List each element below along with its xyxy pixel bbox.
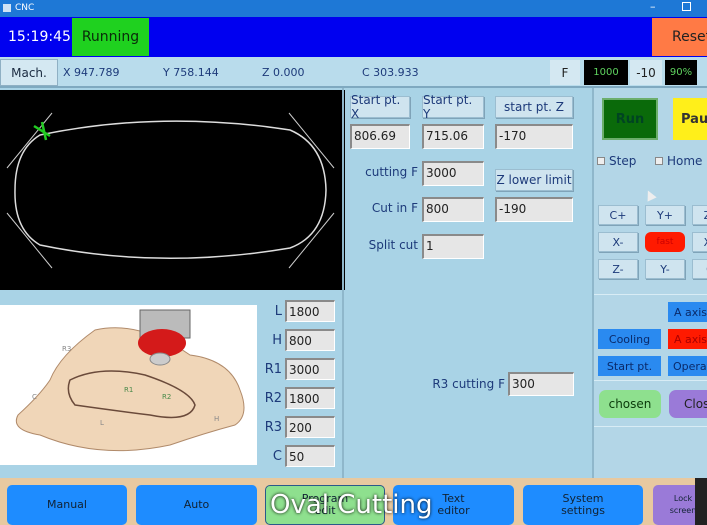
dim-field-h[interactable]: 800 [285,329,335,351]
z-lower-limit-field[interactable]: -190 [495,197,573,222]
cooling-button[interactable]: Cooling [598,329,661,349]
fast-toggle[interactable]: fast [645,232,685,252]
app-icon [3,4,11,12]
a-axis-button[interactable]: A axis [668,302,707,322]
cut-in-f-label: Cut in F [371,201,418,215]
start-z-field[interactable]: -170 [495,124,573,149]
video-caption: Oval Cutting [270,490,433,520]
nav-system-settings[interactable]: System settings [523,485,643,525]
screen-edge [695,478,707,525]
jog-y-minus[interactable]: Y- [645,259,685,279]
dim-label-c: C [272,449,282,464]
start-x-field[interactable]: 806.69 [350,124,410,149]
maximize-icon[interactable] [682,2,691,11]
title-bar: CNC – [0,0,707,17]
step-label: Step [609,154,637,168]
operation-button[interactable]: Operation [668,356,707,376]
toolpath-preview [0,90,345,290]
jog-z-plus[interactable]: Z+ [692,205,707,225]
feed-button[interactable]: F [550,60,580,85]
reset-button[interactable]: Reset [652,18,707,56]
jog-x-minus[interactable]: X- [598,232,638,252]
z-coordinate: Z 0.000 [262,66,305,79]
override-value: 90% [665,60,697,85]
oval-path [14,120,327,260]
oval-diagram: R3 R1 R2 C L H [0,305,257,465]
dim-field-r2[interactable]: 1800 [285,387,335,409]
run-button[interactable]: Run [602,98,658,140]
label-l: L [100,419,104,427]
home-label: Home [667,154,703,168]
feed-value: 1000 [584,60,628,85]
label-c: C [32,393,37,401]
y-coordinate: Y 758.144 [163,66,219,79]
label-h: H [214,415,219,423]
start-point-button[interactable]: Start pt. [598,356,661,376]
clock: 15:19:45 [8,29,71,45]
start-y-button[interactable]: Start pt. Y [422,93,484,121]
close-button[interactable]: Close [669,390,707,418]
label-r2: R2 [162,393,171,401]
tangent-line [6,112,53,169]
chosen-button[interactable]: chosen [599,390,661,418]
dim-field-r3[interactable]: 200 [285,416,335,438]
divider [342,88,344,478]
label-r3: R3 [62,345,71,353]
home-checkbox[interactable]: Home [655,154,702,168]
diagram-svg: R3 R1 R2 C L H [15,309,245,452]
z-lower-limit-button[interactable]: Z lower limit [495,169,573,191]
home-checkbox-box[interactable] [655,157,663,165]
step-button[interactable]: -10 [630,60,662,85]
step-checkbox-box[interactable] [597,157,605,165]
divider [594,380,707,381]
c-coordinate: C 303.933 [362,66,419,79]
a-axis-toggle[interactable]: A axis [668,329,707,349]
status-bar: 15:19:45 Running Reset [0,17,707,57]
minimize-icon[interactable]: – [650,0,656,13]
pause-button[interactable]: Pause [673,98,707,140]
r3-cutting-f-label: R3 cutting F [432,377,505,391]
jog-c-plus[interactable]: C+ [598,205,638,225]
toolpath-svg [6,112,335,269]
start-y-field[interactable]: 715.06 [422,124,484,149]
cutting-f-label: cutting F [365,165,418,179]
dim-label-r1: R1 [264,362,282,377]
nav-manual[interactable]: Manual [7,485,127,525]
control-panel [592,88,707,478]
machine-coords-button[interactable]: Mach. [0,59,58,86]
tangent-line [6,212,53,269]
jog-c-minus[interactable]: C- [692,259,707,279]
window-title: CNC [15,3,35,13]
start-x-button[interactable]: Start pt. X [350,93,410,121]
dim-field-l[interactable]: 1800 [285,300,335,322]
split-cut-field[interactable]: 1 [422,234,484,259]
label-r1: R1 [124,386,133,394]
run-state-badge: Running [72,18,149,56]
dim-label-h: H [272,333,282,348]
divider [594,294,707,295]
jog-z-minus[interactable]: Z- [598,259,638,279]
dim-field-r1[interactable]: 3000 [285,358,335,380]
divider [594,426,707,427]
tangent-line [288,212,335,269]
step-checkbox[interactable]: Step [597,154,636,168]
split-cut-label: Split cut [368,238,418,252]
r3-cutting-f-field[interactable]: 300 [508,372,574,396]
dim-field-c[interactable]: 50 [285,445,335,467]
coordinate-bar: Mach. X 947.789 Y 758.144 Z 0.000 C 303.… [0,57,707,88]
dim-label-r2: R2 [264,391,282,406]
jog-y-plus[interactable]: Y+ [645,205,685,225]
x-coordinate: X 947.789 [63,66,120,79]
cutting-f-field[interactable]: 3000 [422,161,484,186]
nav-auto[interactable]: Auto [136,485,257,525]
jog-x-plus[interactable]: X+ [692,232,707,252]
dim-label-r3: R3 [264,420,282,435]
tangent-line [288,112,335,169]
dim-label-l: L [274,304,282,319]
start-z-button[interactable]: start pt. Z [495,96,573,118]
cut-in-f-field[interactable]: 800 [422,197,484,222]
